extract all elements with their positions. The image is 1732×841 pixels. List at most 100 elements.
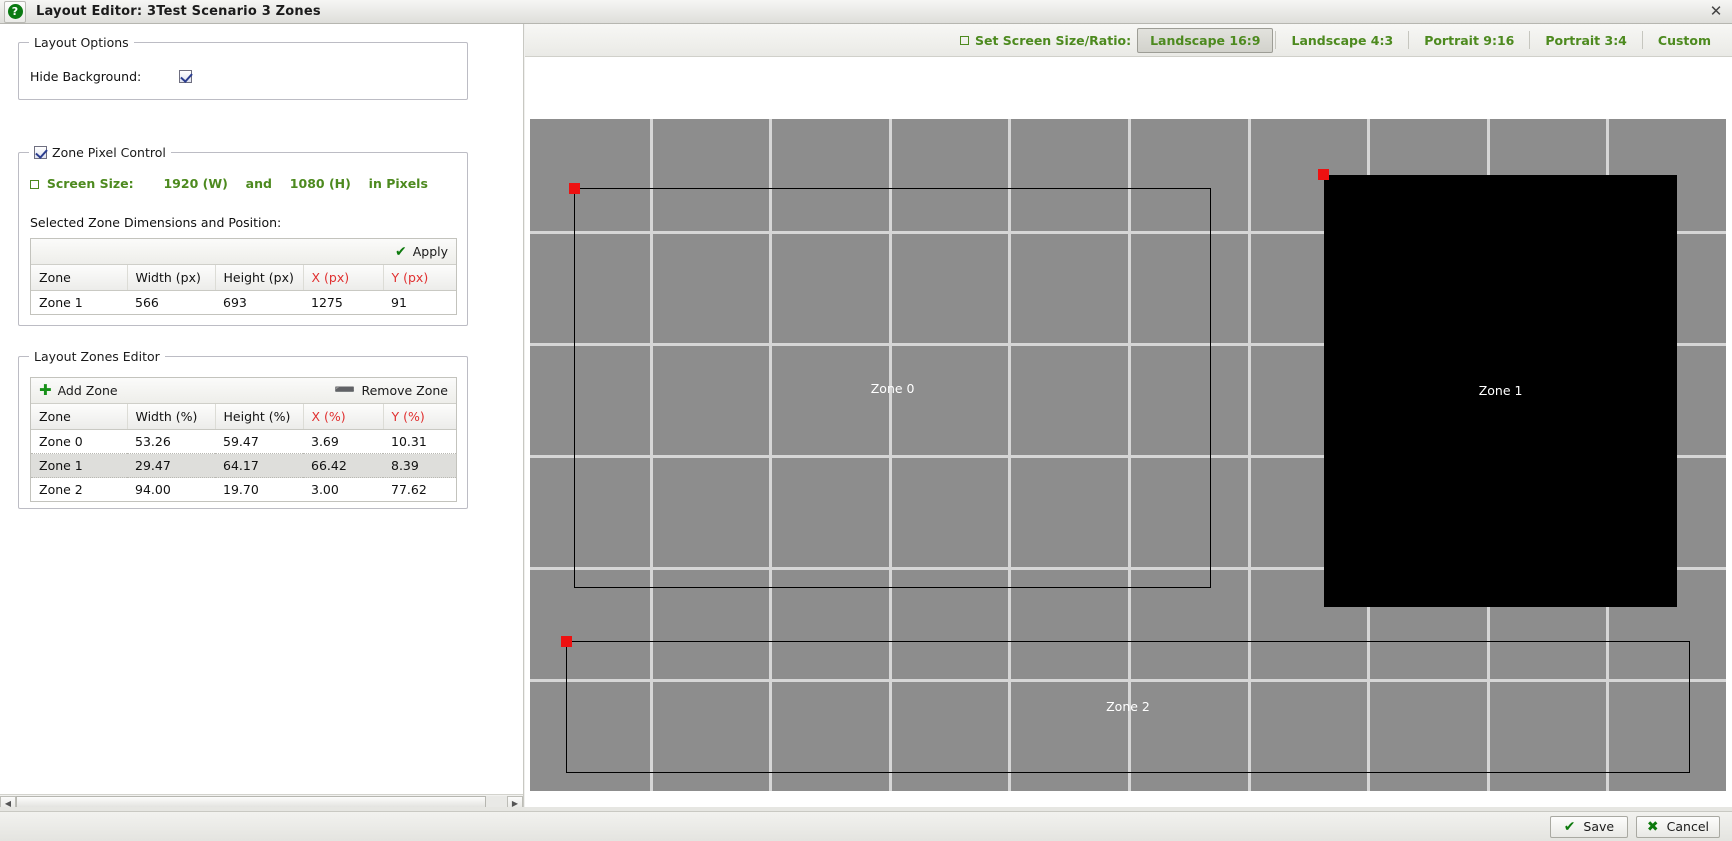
canvas-zone-label: Zone 2 (1106, 699, 1150, 715)
cell-x: 3.69 (303, 429, 383, 454)
left-scroll-area: Layout Options Hide Background: Zone Pix… (0, 24, 524, 789)
ratio-button-portrait-9-16[interactable]: Portrait 9:16 (1411, 28, 1527, 53)
screen-size-units: in Pixels (368, 176, 428, 191)
zone-pixel-control-checkbox[interactable] (34, 146, 47, 159)
left-options-panel: Layout Options Hide Background: Zone Pix… (0, 24, 524, 811)
divider (1641, 31, 1643, 49)
close-x-icon: ✖ (1646, 818, 1659, 835)
layout-options-legend-label: Layout Options (34, 35, 129, 50)
title-bar: ? Layout Editor: 3Test Scenario 3 Zones … (0, 0, 1732, 24)
cell-width: 53.26 (127, 429, 215, 454)
screen-ratio-toolbar: Set Screen Size/Ratio: Landscape 16:9 La… (525, 24, 1732, 57)
square-icon (959, 35, 969, 45)
table-row[interactable]: Zone 2 94.00 19.70 3.00 77.62 (31, 478, 456, 502)
table-row[interactable]: Zone 0 53.26 59.47 3.69 10.31 (31, 429, 456, 454)
cell-height: 19.70 (223, 482, 259, 497)
col-width-pct[interactable]: Width (%) (127, 404, 216, 430)
layout-zones-editor-group: Layout Zones Editor ✚ Add Zone ➖ Remove … (18, 349, 468, 509)
remove-zone-label: Remove Zone (361, 383, 448, 398)
cell-x: 1275 (311, 295, 343, 310)
col-zone[interactable]: Zone (31, 404, 128, 430)
col-zone[interactable]: Zone (31, 265, 128, 291)
canvas-zone-2[interactable]: Zone 2 (560, 635, 1691, 773)
cell-height: 59.47 (215, 429, 303, 454)
add-zone-label: Add Zone (57, 383, 118, 398)
col-height-px[interactable]: Height (px) (215, 265, 304, 291)
set-screen-ratio-label: Set Screen Size/Ratio: (959, 32, 1132, 48)
resize-handle[interactable] (1318, 169, 1330, 181)
screen-size-and: and (245, 176, 272, 191)
col-x-pct[interactable]: X (%) (303, 404, 384, 430)
layout-zones-editor-legend: Layout Zones Editor (29, 349, 165, 364)
apply-button[interactable]: ✔ Apply (395, 244, 448, 259)
ratio-button-landscape-16-9[interactable]: Landscape 16:9 (1137, 27, 1274, 53)
col-width-px[interactable]: Width (px) (127, 265, 216, 291)
canvas-zone-label: Zone 1 (1478, 383, 1523, 399)
right-preview-panel: Set Screen Size/Ratio: Landscape 16:9 La… (525, 24, 1732, 811)
layout-zones-table-toolbar: ✚ Add Zone ➖ Remove Zone (31, 378, 456, 404)
layout-editor-window: ? Layout Editor: 3Test Scenario 3 Zones … (0, 0, 1732, 841)
col-x-px[interactable]: X (px) (303, 265, 384, 291)
check-icon: ✔ (1563, 818, 1576, 835)
layout-zones-editor-legend-label: Layout Zones Editor (34, 349, 160, 364)
page-title: Layout Editor: 3Test Scenario 3 Zones (36, 4, 321, 19)
resize-handle[interactable] (569, 183, 581, 195)
cell-y: 8.39 (383, 453, 456, 478)
cell-zone: Zone 1 (39, 295, 83, 310)
screen-height-value: 1080 (H) (289, 176, 351, 191)
cell-y: 10.31 (383, 429, 456, 454)
cell-x: 66.42 (303, 453, 383, 478)
col-height-pct[interactable]: Height (%) (215, 404, 304, 430)
save-button[interactable]: ✔ Save (1549, 815, 1628, 838)
close-icon[interactable]: ✕ (1707, 2, 1725, 20)
cell-width: 566 (135, 295, 159, 310)
hide-background-checkbox[interactable] (179, 70, 193, 83)
layout-canvas[interactable]: Zone 0 Zone 1 Zone 2 (530, 119, 1726, 791)
cancel-label: Cancel (1666, 819, 1709, 834)
canvas-zone-0[interactable]: Zone 0 (569, 183, 1212, 588)
resize-handle[interactable] (560, 635, 572, 647)
cell-x: 3.00 (311, 482, 339, 497)
col-y-pct[interactable]: Y (%) (383, 404, 456, 430)
table-header-row: Zone Width (px) Height (px) X (px) Y (px… (31, 265, 456, 291)
screen-size-label: Screen Size: (46, 176, 134, 191)
screen-size-icon (30, 180, 39, 189)
col-y-px[interactable]: Y (px) (383, 265, 456, 291)
ratio-button-portrait-3-4[interactable]: Portrait 3:4 (1532, 28, 1640, 53)
cell-width: 29.47 (127, 453, 215, 478)
layout-options-group: Layout Options Hide Background: (18, 35, 468, 100)
set-screen-ratio-label-text: Set Screen Size/Ratio: (974, 32, 1132, 48)
zone-pixel-control-group: Zone Pixel Control Screen Size: 1920 (W)… (18, 145, 468, 326)
canvas-zone-1[interactable]: Zone 1 (1318, 169, 1677, 607)
add-zone-button[interactable]: ✚ Add Zone (39, 383, 118, 399)
help-button[interactable]: ? (4, 0, 26, 23)
screen-width-value: 1920 (W) (163, 176, 228, 191)
zone-pixel-table-toolbar: ✔ Apply (31, 239, 456, 265)
cell-zone: Zone 0 (31, 429, 127, 454)
selected-zone-caption: Selected Zone Dimensions and Position: (30, 215, 282, 230)
table-row[interactable]: Zone 1 566 693 1275 91 (31, 291, 456, 315)
help-icon: ? (7, 4, 23, 19)
dialog-footer: ✔ Save ✖ Cancel (0, 811, 1732, 841)
table-header-row: Zone Width (%) Height (%) X (%) Y (%) (31, 404, 456, 430)
cell-height: 64.17 (215, 453, 303, 478)
divider (1275, 31, 1277, 49)
cell-height: 693 (223, 295, 247, 310)
cancel-button[interactable]: ✖ Cancel (1635, 815, 1720, 838)
table-row[interactable]: Zone 1 29.47 64.17 66.42 8.39 (31, 453, 456, 478)
save-label: Save (1583, 819, 1615, 834)
zone-pixel-control-legend-label: Zone Pixel Control (52, 145, 166, 160)
ratio-button-custom[interactable]: Custom (1645, 28, 1724, 53)
zone-pixel-control-legend: Zone Pixel Control (29, 145, 171, 160)
layout-zones-table: ✚ Add Zone ➖ Remove Zone Zone Width (%) … (30, 377, 457, 502)
layout-options-legend: Layout Options (29, 35, 134, 50)
divider (1408, 31, 1410, 49)
remove-zone-button[interactable]: ➖ Remove Zone (334, 382, 448, 399)
cell-zone: Zone 1 (31, 453, 127, 478)
divider (1529, 31, 1531, 49)
cell-y: 77.62 (391, 482, 427, 497)
canvas-zone-label: Zone 0 (870, 380, 915, 396)
zone-pixel-table: ✔ Apply Zone Width (px) Height (px) X (p… (30, 238, 457, 315)
ratio-button-landscape-4-3[interactable]: Landscape 4:3 (1278, 28, 1406, 53)
cell-zone: Zone 2 (39, 482, 83, 497)
